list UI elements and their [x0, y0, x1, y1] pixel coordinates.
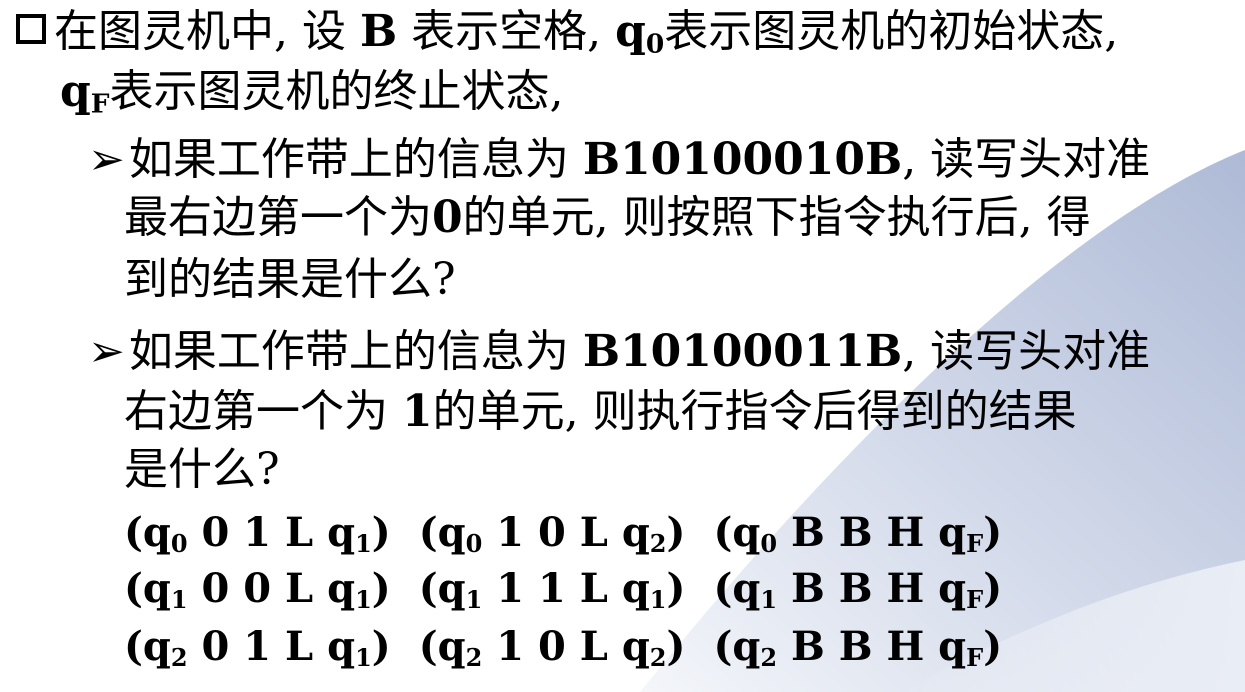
rule-row-q2: (q2 0 1 L q1) (q2 1 0 L q2) (q2 B B H qF)	[124, 621, 1030, 673]
tape-value: B10100010B	[582, 134, 903, 185]
question-2-line-2: 右边第一个为 1的单元, 则执行指令后得到的结果	[124, 382, 1077, 442]
intro-text: 在图灵机中, 设	[54, 6, 360, 57]
arrow-bullet-icon: ➢	[88, 134, 125, 185]
intro-line-2: qF表示图灵机的终止状态,	[60, 62, 564, 122]
q0-symbol: q0	[615, 6, 665, 60]
rule: (q1 1 1 L q1)	[418, 565, 686, 614]
blank-symbol: B	[359, 6, 398, 57]
question-text: 到的结果是什么?	[124, 254, 456, 305]
rule: (q2 1 0 L q2)	[418, 623, 686, 672]
rule: (q1 0 0 L q1)	[124, 565, 391, 614]
intro-line-1: 在图灵机中, 设 B 表示空格, q0表示图灵机的初始状态,	[16, 2, 1118, 62]
question-text: 的单元, 则按照下指令执行后, 得	[462, 192, 1091, 243]
rule: (q2 0 1 L q1)	[124, 623, 391, 672]
rule: (q1 B B H qF)	[713, 565, 1003, 614]
intro-text: 表示图灵机的初始状态,	[664, 6, 1119, 57]
rule: (q0 1 0 L q2)	[418, 509, 686, 558]
question-1-line-1: ➢如果工作带上的信息为 B10100010B, 读写头对准	[88, 130, 1150, 190]
question-text: 右边第一个为	[124, 386, 402, 437]
square-bullet-icon	[16, 13, 46, 44]
question-2-line-3: 是什么?	[124, 440, 280, 500]
rule: (q0 B B H qF)	[713, 509, 1003, 558]
intro-text: 表示空格,	[397, 6, 616, 57]
question-text: 的单元, 则执行指令后得到的结果	[432, 386, 1077, 437]
slide-content: 在图灵机中, 设 B 表示空格, q0表示图灵机的初始状态, qF表示图灵机的终…	[0, 0, 1245, 692]
question-2-line-1: ➢如果工作带上的信息为 B10100011B, 读写头对准	[88, 322, 1150, 382]
tape-value: B10100011B	[582, 326, 903, 377]
question-text: , 读写头对准	[902, 326, 1151, 377]
question-text: 如果工作带上的信息为	[128, 134, 583, 185]
rule-row-q1: (q1 0 0 L q1) (q1 1 1 L q1) (q1 B B H qF)	[124, 563, 1030, 615]
question-1-line-2: 最右边第一个为0的单元, 则按照下指令执行后, 得	[124, 188, 1091, 248]
question-1-line-3: 到的结果是什么?	[124, 250, 456, 310]
digit: 0	[432, 192, 463, 243]
rule-row-q0: (q0 0 1 L q1) (q0 1 0 L q2) (q0 B B H qF)	[124, 507, 1030, 559]
arrow-bullet-icon: ➢	[88, 326, 125, 377]
question-text: 如果工作带上的信息为	[128, 326, 583, 377]
question-text: 最右边第一个为	[124, 192, 432, 243]
rule: (q0 0 1 L q1)	[124, 509, 391, 558]
question-text: 是什么?	[124, 444, 280, 495]
question-text: , 读写头对准	[902, 134, 1151, 185]
intro-text: 表示图灵机的终止状态,	[109, 66, 564, 117]
digit: 1	[402, 386, 433, 437]
rule: (q2 B B H qF)	[713, 623, 1003, 672]
qf-symbol: qF	[60, 66, 110, 120]
